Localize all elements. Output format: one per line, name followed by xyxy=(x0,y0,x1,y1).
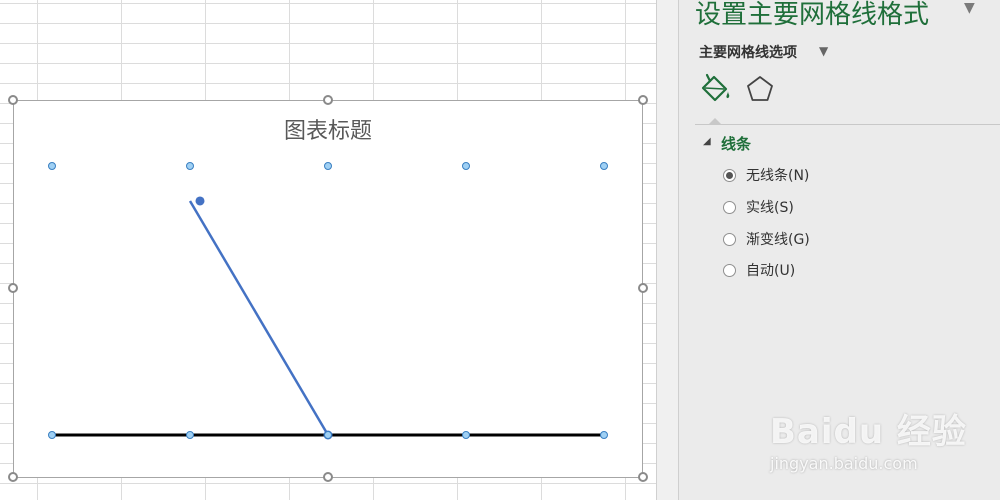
resize-handle-middle-right[interactable] xyxy=(638,283,648,293)
gridline-handle-bottom[interactable] xyxy=(186,431,194,439)
series-line-segment[interactable] xyxy=(188,200,330,436)
chevron-down-icon[interactable]: ▼ xyxy=(964,0,975,16)
gridline-handle-bottom[interactable] xyxy=(600,431,608,439)
radio-button-automatic[interactable] xyxy=(723,263,736,277)
resize-handle-bottom-left[interactable] xyxy=(8,472,18,482)
radio-label: 自动(U) xyxy=(746,263,796,279)
gridline-handle-top[interactable] xyxy=(600,162,608,170)
pane-title: 设置主要网格线格式 xyxy=(695,0,930,30)
pentagon-icon[interactable] xyxy=(745,74,775,104)
options-dropdown-label[interactable]: 主要网格线选项 xyxy=(699,42,797,62)
radio-button-gradient-line[interactable] xyxy=(723,232,736,246)
section-label-line[interactable]: 线条 xyxy=(721,133,751,154)
radio-label: 实线(S) xyxy=(746,200,794,216)
resize-handle-top-center[interactable] xyxy=(323,95,333,105)
resize-handle-middle-left[interactable] xyxy=(8,283,18,293)
gridline-handle-top[interactable] xyxy=(186,162,194,170)
radio-option-gradient-line[interactable]: 渐变线(G) xyxy=(723,228,810,250)
gridline-handle-bottom[interactable] xyxy=(462,431,470,439)
gridline-handle-top[interactable] xyxy=(48,162,56,170)
gridline-handle-top[interactable] xyxy=(462,162,470,170)
data-point[interactable] xyxy=(195,196,205,206)
resize-handle-bottom-center[interactable] xyxy=(323,472,333,482)
resize-handle-top-right[interactable] xyxy=(638,95,648,105)
gridline-handle-top[interactable] xyxy=(324,162,332,170)
collapse-triangle-icon[interactable]: ◢ xyxy=(703,136,711,147)
radio-option-automatic[interactable]: 自动(U) xyxy=(723,259,795,281)
resize-handle-top-left[interactable] xyxy=(8,95,18,105)
watermark-url: jingyan.baidu.com xyxy=(770,454,918,473)
radio-label: 渐变线(G) xyxy=(746,232,810,248)
chevron-down-icon[interactable]: ▼ xyxy=(819,44,828,58)
tab-pointer xyxy=(709,118,721,124)
tab-divider xyxy=(695,124,1000,125)
paint-bucket-icon[interactable] xyxy=(699,72,731,104)
radio-button-no-line[interactable] xyxy=(723,168,736,182)
watermark-logo: Baidu 经验 xyxy=(770,412,967,452)
radio-option-no-line[interactable]: 无线条(N) xyxy=(723,164,809,186)
gridline-handle-bottom[interactable] xyxy=(324,431,332,439)
resize-handle-bottom-right[interactable] xyxy=(638,472,648,482)
gridline-handle-bottom[interactable] xyxy=(48,431,56,439)
radio-label: 无线条(N) xyxy=(746,168,810,184)
chart-title[interactable]: 图表标题 xyxy=(0,113,656,145)
radio-button-solid-line[interactable] xyxy=(723,200,736,214)
vertical-scrollbar[interactable] xyxy=(656,0,679,500)
chart-plot xyxy=(48,162,608,440)
radio-option-solid-line[interactable]: 实线(S) xyxy=(723,196,794,218)
